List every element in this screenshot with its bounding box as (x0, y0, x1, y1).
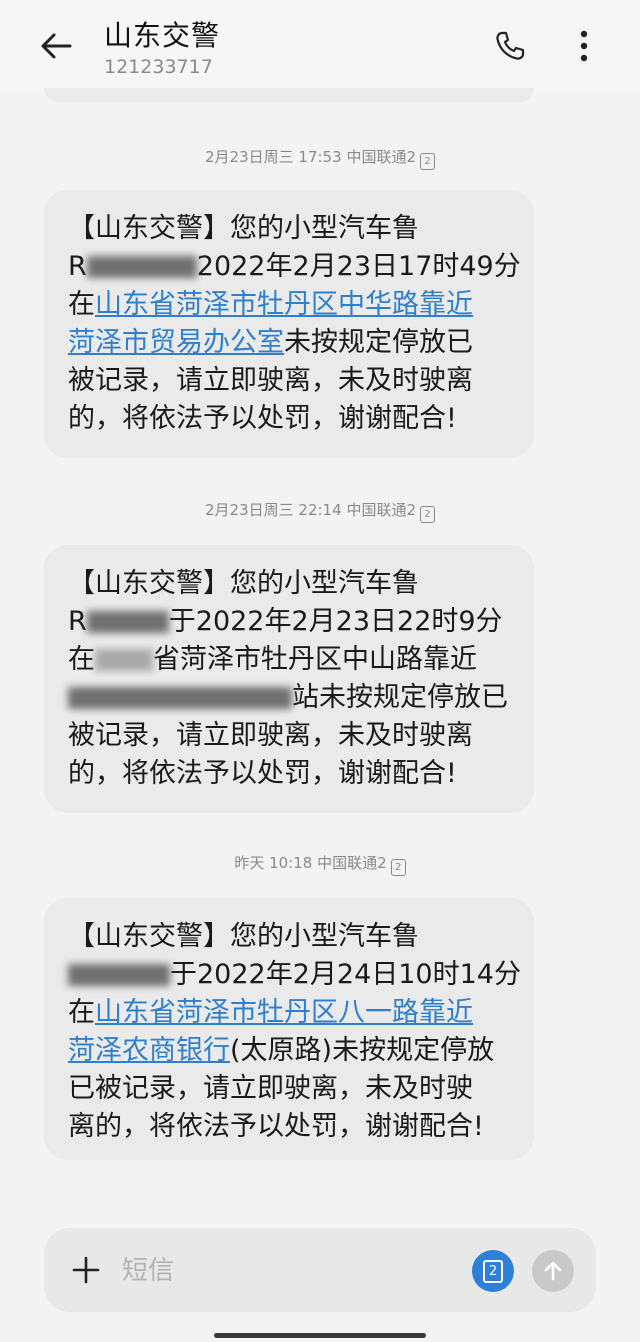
plate-prefix: R (68, 606, 87, 637)
message-composer: 2 (44, 1228, 596, 1312)
contact-name: 山东交警 (104, 19, 221, 52)
message-line: 站未按规定停放已 (68, 679, 508, 717)
carrier-label: 中国联通2 (346, 501, 416, 519)
place-link[interactable]: 菏泽农商银行 (68, 1035, 230, 1066)
message-line: 【山东交警】您的小型汽车鲁 (68, 213, 419, 244)
carrier-label: 中国联通2 (346, 148, 416, 166)
redacted-plate (86, 611, 169, 633)
message-line: R 2022年2月23日17时49分 (68, 248, 521, 286)
app-header: 山东交警 121233717 (0, 0, 640, 92)
message-line: 【山东交警】您的小型汽车鲁 (68, 921, 419, 952)
attach-button[interactable] (64, 1248, 108, 1292)
message-line: 菏泽农商银行(太原路)未按规定停放 (68, 1032, 494, 1070)
back-arrow-icon (41, 33, 72, 59)
message-text: 于2022年2月23日22时9分 (168, 606, 503, 637)
timestamp-text: 2月23日周三 22:14 (205, 501, 342, 519)
message-line: 【山东交警】您的小型汽车鲁 (68, 568, 419, 599)
message-timestamp: 2月23日周三 17:53 中国联通2 2 (0, 146, 640, 170)
message-text: 未按规定停放已 (284, 327, 473, 358)
message-line: 在 省菏泽市牡丹区中山路靠近 (68, 641, 477, 679)
sim-card-icon: 2 (483, 1259, 503, 1283)
send-arrow-icon (544, 1261, 562, 1281)
message-bubble[interactable]: 【山东交警】您的小型汽车鲁 于2022年2月24日10时14分 在山东省菏泽市牡… (44, 898, 534, 1160)
plus-icon (72, 1256, 100, 1284)
message-line: R 于2022年2月23日22时9分 (68, 603, 503, 641)
contact-number: 121233717 (104, 56, 213, 78)
sim-select-button[interactable]: 2 (472, 1250, 514, 1292)
message-text: 在 (68, 644, 95, 675)
send-button[interactable] (532, 1250, 574, 1292)
more-vertical-icon (580, 30, 588, 62)
message-line: 在山东省菏泽市牡丹区八一路靠近 (68, 994, 473, 1032)
redacted-text (95, 649, 153, 671)
call-button[interactable] (488, 24, 532, 68)
message-timestamp: 昨天 10:18 中国联通2 2 (0, 852, 640, 876)
message-line: 于2022年2月24日10时14分 (68, 956, 521, 994)
message-text: (太原路)未按规定停放 (230, 1035, 495, 1066)
sim-card-icon: 2 (419, 153, 435, 170)
message-line: 离的，将依法予以处罚，谢谢配合! (68, 1111, 484, 1142)
message-bubble[interactable]: 【山东交警】您的小型汽车鲁 R 2022年2月23日17时49分 在山东省菏泽市牡… (44, 190, 534, 458)
message-text: 在 (68, 289, 95, 320)
plate-prefix: R (68, 251, 87, 282)
back-button[interactable] (34, 24, 78, 68)
redacted-plate (68, 964, 170, 986)
message-text: 站未按规定停放已 (292, 682, 508, 713)
home-indicator[interactable] (214, 1333, 426, 1338)
message-line: 菏泽市贸易办公室未按规定停放已 (68, 324, 473, 362)
message-text: 于2022年2月24日10时14分 (170, 959, 521, 990)
redacted-plate (86, 256, 197, 278)
carrier-label: 中国联通2 (317, 854, 387, 872)
sim-card-icon: 2 (419, 506, 435, 523)
place-link[interactable]: 菏泽市贸易办公室 (68, 327, 284, 358)
sms-input[interactable] (120, 1250, 464, 1292)
previous-message-bubble-edge (44, 88, 534, 102)
message-line: 在山东省菏泽市牡丹区中华路靠近 (68, 286, 473, 324)
timestamp-text: 昨天 10:18 (234, 854, 313, 872)
sim-card-icon: 2 (390, 859, 406, 876)
address-link[interactable]: 山东省菏泽市牡丹区中华路靠近 (95, 289, 473, 320)
message-line: 被记录，请立即驶离，未及时驶离 (68, 365, 473, 396)
message-text: 2022年2月23日17时49分 (196, 251, 521, 282)
redacted-text (68, 687, 292, 709)
message-timestamp: 2月23日周三 22:14 中国联通2 2 (0, 499, 640, 523)
address-link[interactable]: 山东省菏泽市牡丹区八一路靠近 (95, 997, 473, 1028)
message-text: 在 (68, 997, 95, 1028)
message-line: 的，将依法予以处罚，谢谢配合! (68, 758, 457, 789)
timestamp-text: 2月23日周三 17:53 (205, 148, 342, 166)
message-bubble[interactable]: 【山东交警】您的小型汽车鲁 R 于2022年2月23日22时9分 在 省菏泽市牡丹区… (44, 545, 534, 813)
message-line: 已被记录，请立即驶离，未及时驶 (68, 1073, 473, 1104)
message-line: 的，将依法予以处罚，谢谢配合! (68, 403, 457, 434)
message-text: 省菏泽市牡丹区中山路靠近 (153, 644, 477, 675)
phone-icon (496, 31, 525, 60)
more-options-button[interactable] (562, 24, 606, 68)
message-line: 被记录，请立即驶离，未及时驶离 (68, 720, 473, 751)
